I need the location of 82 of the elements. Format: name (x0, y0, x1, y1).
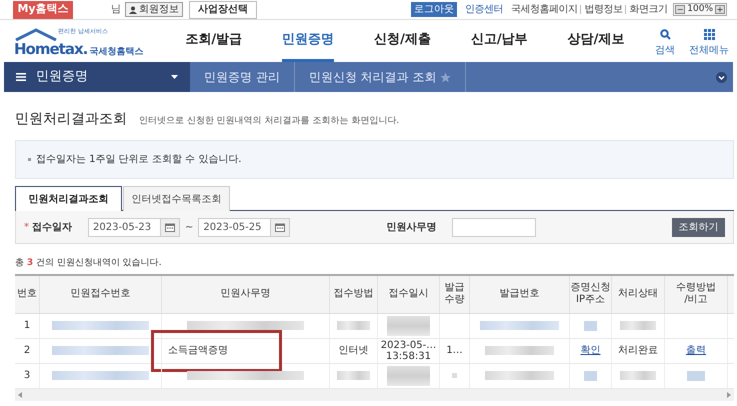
result-count-text: 총 3 건의 민원신청내역이 있습니다. (15, 257, 163, 270)
table-link[interactable]: 출력 (686, 345, 706, 356)
page-title: 민원처리결과조회 (15, 110, 127, 129)
menu-icon (16, 73, 26, 81)
search-icon (660, 29, 670, 40)
star-icon[interactable] (440, 72, 452, 82)
column-header: 접수방법 (334, 288, 374, 300)
blurred-text (686, 370, 706, 380)
notice-text: 접수일자는 1주일 단위로 조회할 수 있습니다. (36, 153, 242, 167)
table-link[interactable]: 확인 (580, 345, 600, 356)
blurred-text (452, 373, 457, 378)
my-hometax-button[interactable]: My홈택스 (13, 0, 73, 18)
member-info-button[interactable]: 회원정보 (125, 2, 183, 17)
expand-icon[interactable] (716, 72, 727, 82)
column-header: 발급 수량 (444, 282, 464, 306)
zoom-control[interactable]: − 100% + (673, 3, 727, 16)
column-header: 증명신청 IP주소 (570, 282, 610, 306)
column-header: 처리상태 (618, 288, 658, 300)
page-description: 인터넷으로 신청한 민원내역의 처리결과를 조회하는 화면입니다. (139, 114, 400, 128)
column-header: 민원사무명 (220, 288, 270, 300)
logout-button[interactable]: 로그아웃 (410, 2, 457, 17)
required-mark: * (24, 220, 29, 234)
menu-tab[interactable]: 상담/제보 (568, 20, 624, 62)
blurred-text (484, 346, 554, 355)
column-header: 수령방법 /비고 (676, 282, 716, 306)
name-label: 민원사무명 (386, 220, 436, 234)
zoom-in-button[interactable]: + (715, 5, 725, 14)
blurred-text (387, 366, 430, 386)
scroll-left-icon[interactable] (18, 392, 22, 398)
table-cell: 2023-05-… 13:58:31 (380, 340, 436, 362)
column-header: 발급번호 (500, 288, 540, 300)
table-cell-text: 소득금액증명 (167, 344, 228, 358)
column-header: 민원접수번호 (70, 288, 130, 300)
breadcrumb-link[interactable]: 민원신청 처리결과 조회 (294, 62, 466, 92)
zoom-out-button[interactable]: − (675, 5, 686, 14)
date-label: 접수일자 (32, 220, 73, 234)
top-link[interactable]: 인증센터 (464, 2, 503, 17)
table-cell: 인터넷 (338, 345, 368, 356)
name-field[interactable] (452, 218, 536, 236)
menu-tab[interactable]: 조회/발급 (185, 20, 242, 62)
date-field[interactable]: 2023-05-25 (198, 218, 272, 236)
calendar-icon (165, 222, 175, 232)
blurred-text (387, 316, 430, 336)
top-link[interactable]: 국세청홈페이지 (510, 2, 578, 17)
grid-icon (704, 29, 714, 40)
tab[interactable]: 민원처리결과조회 (15, 186, 122, 211)
breadcrumb-link[interactable]: 민원증명 관리 (190, 62, 295, 92)
column-header: 번호 (17, 288, 37, 300)
search-button[interactable]: 검색 (655, 29, 675, 58)
calendar-button[interactable] (161, 218, 180, 236)
section-dropdown[interactable]: 민원증명 (4, 62, 190, 92)
blurred-text (584, 370, 597, 380)
menu-tab[interactable]: 신고/납부 (470, 20, 528, 62)
table-cell: 1… (446, 345, 463, 356)
table-cell: 2 (24, 345, 30, 356)
blurred-text (584, 320, 597, 330)
screen-size-link[interactable]: 화면크기 (629, 2, 668, 17)
table-cell: 처리완료 (618, 345, 658, 356)
blurred-text (620, 321, 656, 330)
all-menu-button[interactable]: 전체메뉴 (689, 29, 729, 58)
top-link[interactable]: 법령정보 (584, 2, 622, 17)
calendar-button[interactable] (271, 218, 290, 236)
business-select-button[interactable]: 사업장선택 (189, 0, 257, 18)
user-label: 님 (111, 3, 121, 17)
table-cell: 3 (24, 370, 30, 381)
horizontal-scrollbar[interactable] (15, 388, 734, 400)
search-submit-button[interactable]: 조회하기 (672, 218, 725, 236)
blurred-text (337, 321, 370, 330)
blurred-text (337, 371, 370, 380)
menu-tab[interactable]: 신청/제출 (374, 20, 431, 62)
column-header: 접수일시 (388, 288, 428, 300)
scroll-right-icon[interactable] (727, 392, 731, 398)
blurred-text (484, 371, 554, 380)
date-field[interactable]: 2023-05-23 (88, 218, 161, 236)
person-icon (129, 6, 137, 14)
blurred-text (620, 371, 656, 380)
calendar-icon (275, 222, 286, 232)
tab[interactable]: 인터넷접수목록조회 (123, 186, 230, 211)
zoom-value: 100% (687, 5, 713, 14)
caret-icon (171, 75, 178, 79)
range-separator: ~ (185, 220, 194, 234)
table-cell: 1 (24, 320, 30, 331)
